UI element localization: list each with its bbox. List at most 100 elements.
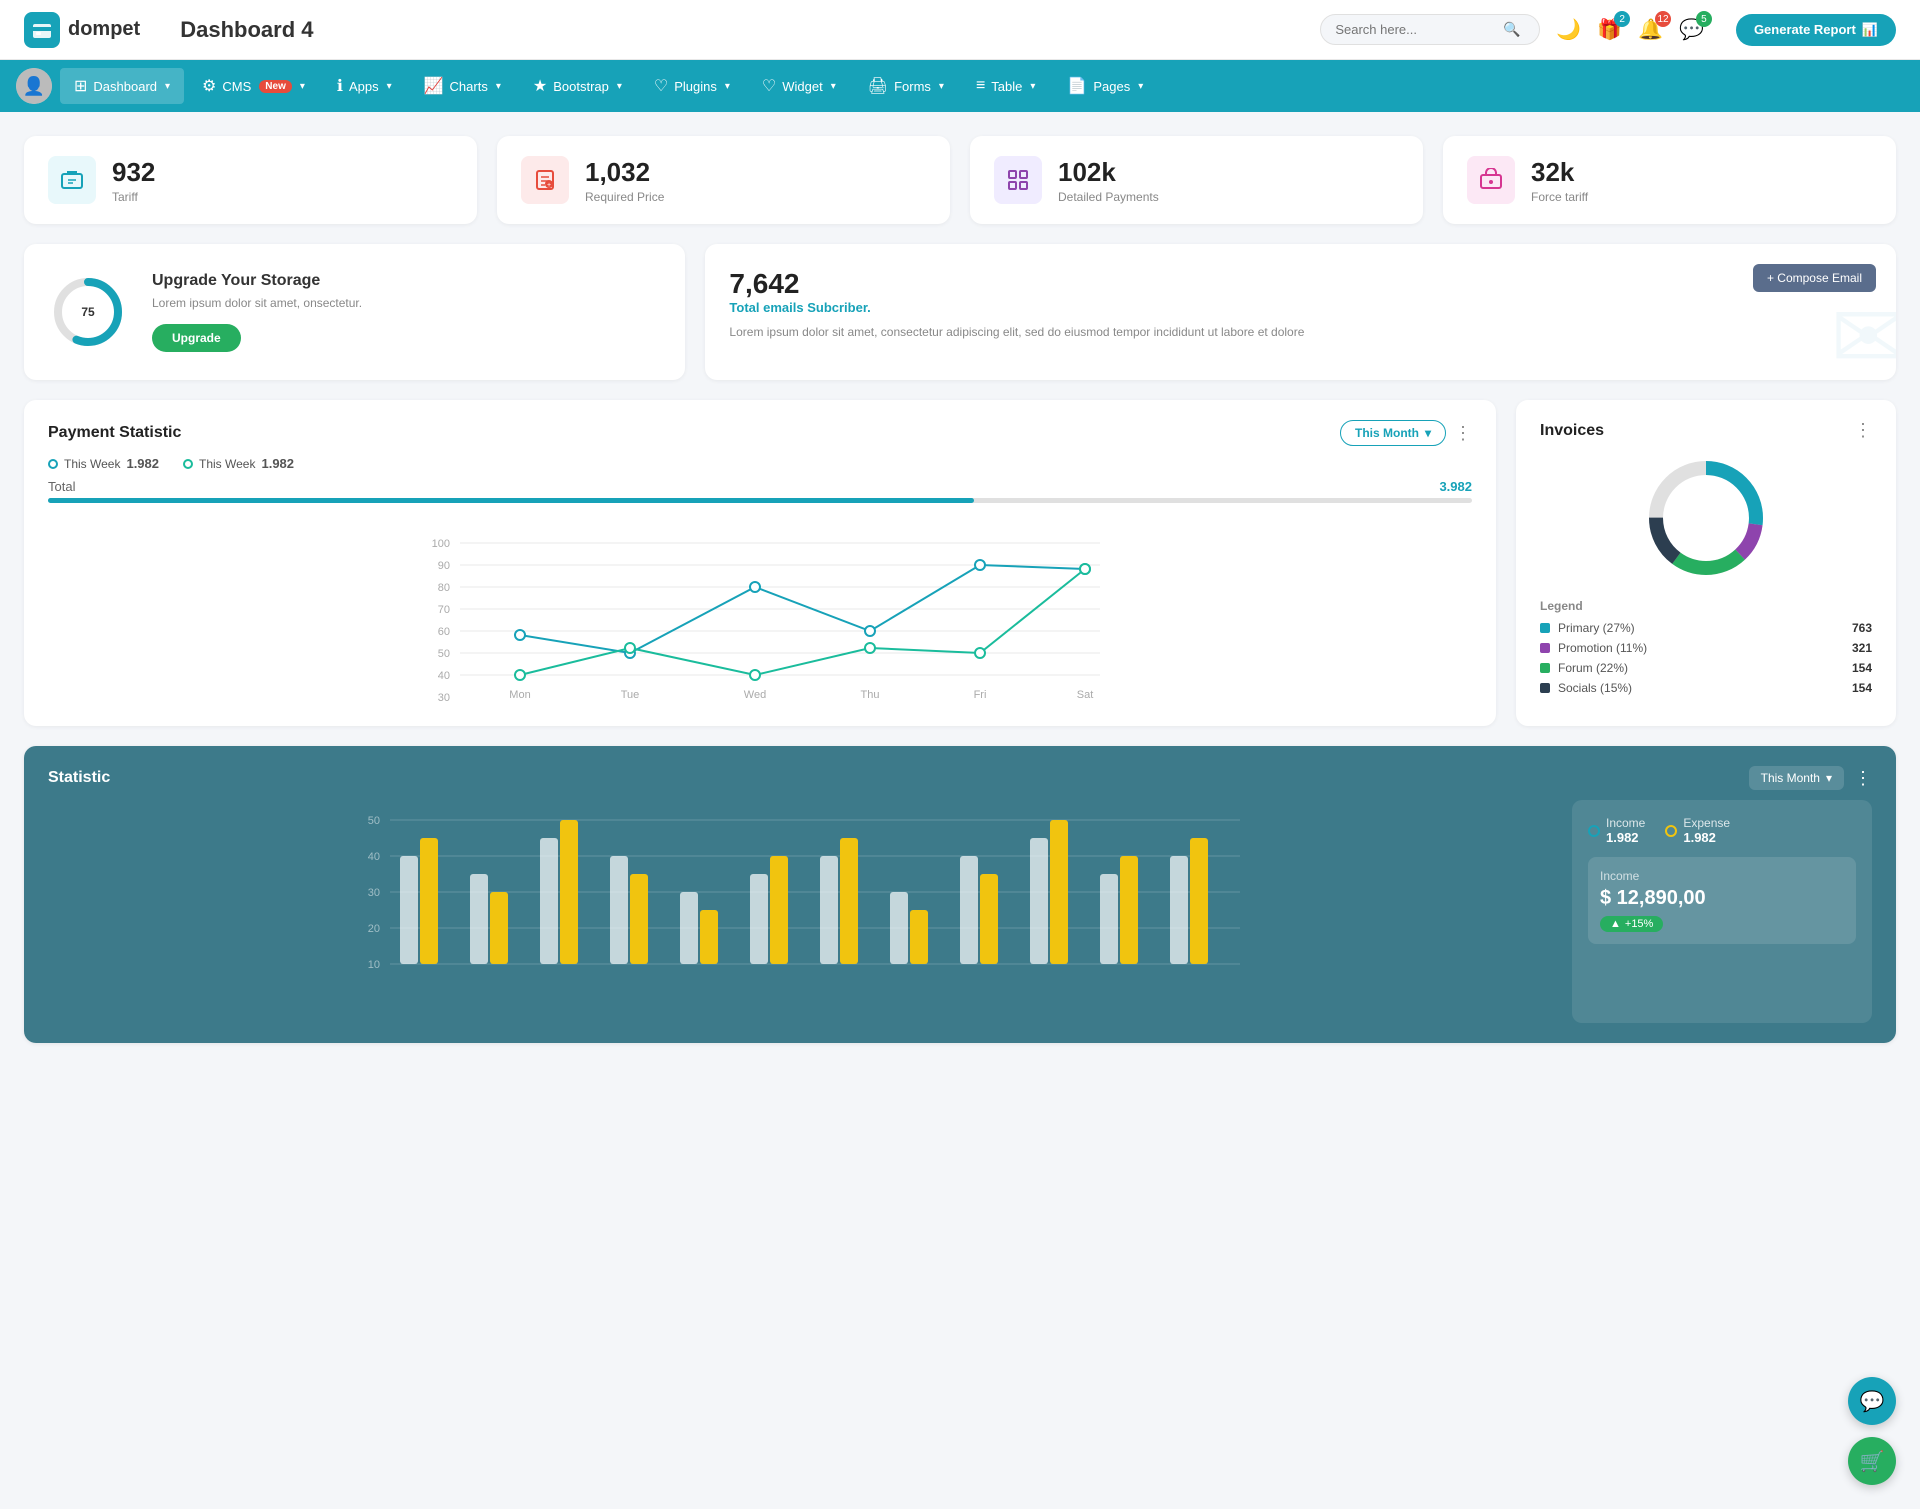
invoices-more-btn[interactable]: ⋮ [1854,420,1872,441]
message-btn[interactable]: 💬 5 [1679,17,1704,42]
dark-mode-btn[interactable]: 🌙 [1556,17,1581,42]
legend-val-1: 1.982 [126,456,159,471]
nav-item-plugins-label: Plugins [674,79,717,94]
income-section: Income 1.982 Expense 1.982 Income $ [1572,800,1872,1023]
search-input[interactable] [1335,22,1495,37]
legend-item-1: This Week 1.982 [48,456,159,471]
primary-count: 763 [1852,621,1872,635]
nav-item-dashboard-label: Dashboard [93,79,157,94]
stat-card-force-tariff: 32k Force tariff [1443,136,1896,224]
nav-item-apps-label: Apps [349,79,379,94]
nav-item-forms[interactable]: 🖨 Forms ▾ [854,68,958,104]
email-subtitle: Total emails Subcriber. [729,300,1872,315]
forum-square [1540,663,1550,673]
stats-row: 932 Tariff + 1,032 Required Price 102k D… [24,136,1896,224]
nav-item-charts[interactable]: 📈 Charts ▾ [410,68,515,104]
message-badge: 5 [1696,11,1712,27]
statistic-header: Statistic This Month ▾ ⋮ [48,766,1872,790]
expense-legend-item: Expense 1.982 [1665,816,1730,845]
income-legend-item: Income 1.982 [1588,816,1645,845]
stat-card-tariff: 932 Tariff [24,136,477,224]
legend-left-forum: Forum (22%) [1540,661,1628,675]
nav-item-pages[interactable]: 📄 Pages ▾ [1053,68,1157,104]
bootstrap-icon: ★ [533,76,547,96]
promotion-count: 321 [1852,641,1872,655]
action-fab[interactable]: 🛒 [1848,1437,1896,1485]
legend-line-forum: Forum (22%) 154 [1540,661,1872,675]
plugins-chevron: ▾ [725,81,730,92]
statistic-more-btn[interactable]: ⋮ [1854,768,1872,789]
income-box: Income $ 12,890,00 ▲ +15% [1588,857,1856,944]
nav-item-cms-label: CMS [222,79,251,94]
nav-item-dashboard[interactable]: ⊞ Dashboard ▾ [60,68,184,104]
cms-chevron: ▾ [300,81,305,92]
nav-item-widget-label: Widget [782,79,822,94]
socials-label: Socials (15%) [1558,681,1632,695]
bootstrap-chevron: ▾ [617,81,622,92]
payment-header: Payment Statistic This Month ▾ ⋮ [48,420,1472,446]
payment-legend-row: This Week 1.982 This Week 1.982 [48,456,1472,471]
svg-text:Fri: Fri [974,689,987,701]
invoices-donut-container [1540,453,1872,583]
progress-fill [48,498,974,503]
svg-text:20: 20 [368,923,380,935]
total-label: Total [48,479,75,494]
income-dot [1588,825,1600,837]
notification-btn[interactable]: 🔔 12 [1638,17,1663,42]
gift-btn[interactable]: 🎁 2 [1597,17,1622,42]
legend-item-2: This Week 1.982 [183,456,294,471]
upgrade-btn[interactable]: Upgrade [152,324,241,352]
required-price-icon: + [521,156,569,204]
svg-text:30: 30 [368,887,380,899]
nav-item-table[interactable]: ≡ Table ▾ [962,69,1049,103]
nav-item-table-label: Table [991,79,1022,94]
promotion-label: Promotion (11%) [1558,641,1647,655]
bar-chart-svg: 50 40 30 20 10 [48,800,1552,1020]
income-legend: Income 1.982 Expense 1.982 [1588,816,1856,845]
payment-filter-btn[interactable]: This Month ▾ [1340,420,1446,446]
storage-card: 75 Upgrade Your Storage Lorem ipsum dolo… [24,244,685,380]
stat-card-detailed-payments: 102k Detailed Payments [970,136,1423,224]
income-badge: ▲ +15% [1600,916,1663,932]
storage-description: Lorem ipsum dolor sit amet, onsectetur. [152,296,362,310]
nav-item-widget[interactable]: ♡ Widget ▾ [748,68,850,104]
nav-item-cms[interactable]: ⚙ CMS New ▾ [188,68,319,104]
nav-item-apps[interactable]: ℹ Apps ▾ [323,68,406,104]
svg-text:50: 50 [438,648,450,660]
legend-line-primary: Primary (27%) 763 [1540,621,1872,635]
detailed-payments-icon [994,156,1042,204]
nav-avatar: 👤 [16,68,52,104]
header: dompet Dashboard 4 🔍 🌙 🎁 2 🔔 12 💬 5 Gene… [0,0,1920,60]
bar-chart-icon: 📊 [1862,22,1878,38]
stat-bottom-row: 50 40 30 20 10 [48,800,1872,1023]
svg-text:40: 40 [438,670,450,682]
email-bg-icon: ✉ [1831,285,1896,380]
forms-chevron: ▾ [939,81,944,92]
nav-item-plugins[interactable]: ♡ Plugins ▾ [640,68,744,104]
legend-line-socials: Socials (15%) 154 [1540,681,1872,695]
nav-item-charts-label: Charts [450,79,488,94]
table-icon: ≡ [976,77,985,95]
statistic-title: Statistic [48,769,110,787]
search-bar[interactable]: 🔍 [1320,14,1540,45]
svg-text:Sat: Sat [1077,689,1094,701]
search-icon: 🔍 [1503,21,1520,38]
gift-badge: 2 [1614,11,1630,27]
legend-title: Legend [1540,599,1872,613]
support-fab[interactable]: 💬 [1848,1377,1896,1425]
generate-report-btn[interactable]: Generate Report 📊 [1736,14,1896,46]
widget-chevron: ▾ [831,81,836,92]
nav-item-bootstrap[interactable]: ★ Bootstrap ▾ [519,68,636,104]
nav-items: ⊞ Dashboard ▾ ⚙ CMS New ▾ ℹ Apps ▾ 📈 Cha… [60,68,1157,104]
email-card: + Compose Email 7,642 Total emails Subcr… [705,244,1896,380]
payment-more-btn[interactable]: ⋮ [1454,423,1472,444]
statistic-month-btn[interactable]: This Month ▾ [1749,766,1844,790]
cms-icon: ⚙ [202,76,216,96]
charts-icon: 📈 [424,76,444,96]
svg-text:90: 90 [438,560,450,572]
required-price-value: 1,032 [585,157,664,188]
notification-badge: 12 [1655,11,1671,27]
storage-percent-label: 75 [81,305,94,319]
legend-left-promotion: Promotion (11%) [1540,641,1647,655]
svg-text:10: 10 [368,959,380,971]
